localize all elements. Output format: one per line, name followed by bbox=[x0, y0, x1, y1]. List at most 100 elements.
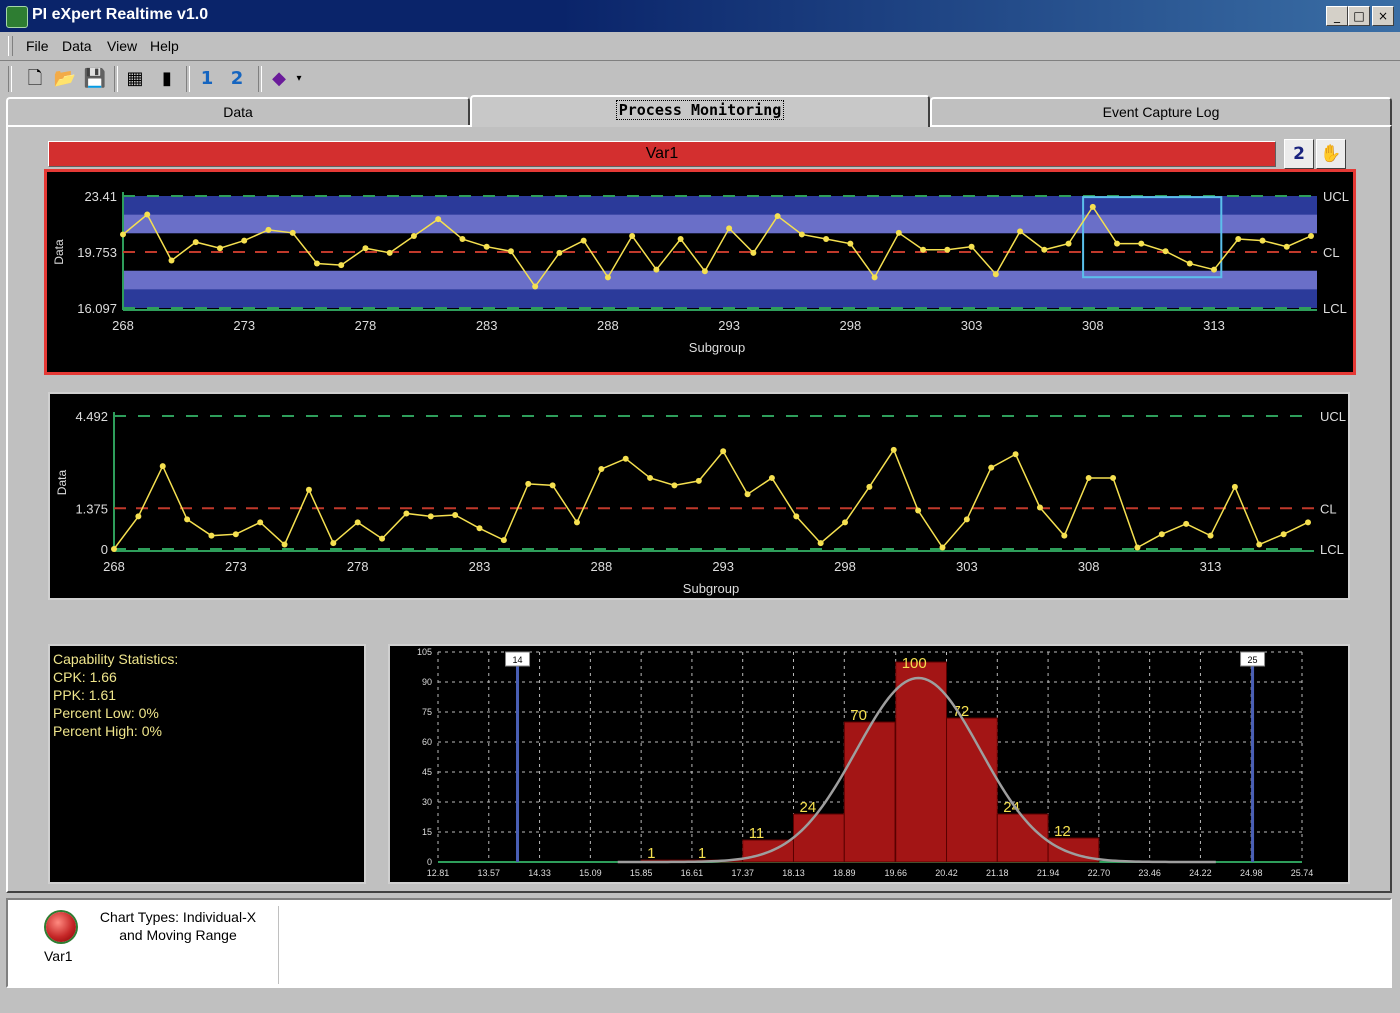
data-point bbox=[1211, 266, 1218, 273]
variable-bar[interactable]: Var1 bbox=[48, 141, 1276, 167]
tab-process-monitoring[interactable]: Process Monitoring bbox=[470, 95, 930, 127]
data-point bbox=[768, 474, 775, 481]
data-point bbox=[1036, 504, 1043, 511]
x-axis-title: Subgroup bbox=[683, 581, 739, 596]
data-point bbox=[944, 246, 951, 253]
individual-x-chart-svg: UCL CL LCL 23.41 19.753 16.097 268 273 278 283 288… bbox=[52, 189, 1349, 355]
bar-data-label: 70 bbox=[850, 707, 867, 724]
x-tick-label: 20.42 bbox=[935, 868, 958, 878]
close-button[interactable]: × bbox=[1372, 6, 1394, 26]
data-point bbox=[330, 540, 337, 547]
bar-data-label: 100 bbox=[902, 655, 927, 672]
x-tick-label: 19.66 bbox=[884, 868, 907, 878]
data-point bbox=[677, 236, 684, 243]
x-tick-label: 24.98 bbox=[1240, 868, 1263, 878]
x-tick-label: 303 bbox=[956, 559, 978, 574]
zone-band-upper bbox=[123, 214, 1317, 234]
status-bar bbox=[0, 992, 1400, 1013]
data-point bbox=[338, 262, 345, 269]
x-tick-label: 17.37 bbox=[731, 868, 754, 878]
zone-band-lower bbox=[123, 270, 1317, 290]
y-tick-label: 45 bbox=[422, 767, 432, 777]
table-add-icon[interactable]: ▦ bbox=[122, 66, 148, 92]
data-point bbox=[720, 448, 727, 455]
menu-help[interactable]: Help bbox=[150, 38, 179, 54]
data-point bbox=[750, 249, 757, 256]
bar-data-label: 24 bbox=[799, 799, 816, 816]
menu-data[interactable]: Data bbox=[62, 38, 92, 54]
page-1-icon[interactable]: 1 bbox=[194, 66, 220, 92]
save-disk-icon[interactable]: 💾 bbox=[82, 66, 108, 92]
tab-event-capture-log[interactable]: Event Capture Log bbox=[930, 97, 1392, 125]
moving-range-chart[interactable]: UCL CL LCL 4.492 1.375 0 268 273 278 283 288 293 298… bbox=[48, 392, 1350, 600]
chart-types-label: Chart Types: Individual-X and Moving Ran… bbox=[88, 908, 268, 944]
histogram-bar bbox=[792, 813, 845, 863]
data-point bbox=[403, 510, 410, 517]
maximize-button[interactable]: □ bbox=[1348, 6, 1370, 26]
data-point bbox=[281, 541, 288, 548]
histogram-bar bbox=[996, 813, 1049, 863]
data-point bbox=[135, 513, 142, 520]
data-point bbox=[1061, 532, 1068, 539]
data-point bbox=[1134, 544, 1141, 551]
data-point bbox=[915, 507, 922, 514]
menu-view[interactable]: View bbox=[107, 38, 137, 54]
data-point bbox=[289, 229, 296, 236]
y-tick-label: 16.097 bbox=[77, 301, 117, 316]
toolbar-grip bbox=[8, 66, 12, 92]
data-point bbox=[1308, 232, 1314, 239]
y-axis-title: Data bbox=[55, 470, 69, 496]
x-tick-label: 273 bbox=[225, 559, 247, 574]
series-line bbox=[113, 448, 1309, 550]
minimize-button[interactable]: _ bbox=[1326, 6, 1348, 26]
data-point bbox=[111, 546, 117, 552]
ucl-label: UCL bbox=[1320, 409, 1346, 424]
histogram-chart[interactable]: 105 90 75 60 45 30 15 0 12.81 13.57 14.33 15.09 15.8… bbox=[388, 644, 1350, 884]
chevron-down-icon[interactable]: ▾ bbox=[292, 66, 306, 92]
data-point bbox=[120, 231, 126, 238]
spec-limit-label: 25 bbox=[1248, 655, 1258, 665]
toolbar-separator bbox=[186, 66, 190, 92]
page-2-icon[interactable]: 2 bbox=[1284, 139, 1314, 169]
data-point bbox=[232, 531, 239, 538]
toolbar-separator bbox=[114, 66, 118, 92]
tab-data[interactable]: Data bbox=[6, 97, 470, 125]
variable-list-panel: Var1 Chart Types: Individual-X and Movin… bbox=[6, 898, 1392, 988]
x-tick-label: 308 bbox=[1078, 559, 1100, 574]
book-icon[interactable]: ◆ bbox=[266, 66, 292, 92]
x-tick-label: 293 bbox=[712, 559, 734, 574]
menu-file[interactable]: File bbox=[26, 38, 49, 54]
data-point bbox=[774, 213, 781, 220]
bar-data-label: 12 bbox=[1054, 823, 1071, 840]
histogram-chart-svg: 105 90 75 60 45 30 15 012.81 13.57 14.33 15.09 15.8… bbox=[417, 647, 1313, 878]
stats-cpk: CPK: 1.66 bbox=[53, 669, 117, 685]
data-point bbox=[1089, 203, 1096, 210]
page-icon[interactable]: ▮ bbox=[154, 66, 180, 92]
bar-data-label: 11 bbox=[749, 825, 765, 842]
y-tick-label: 105 bbox=[417, 647, 432, 657]
new-document-icon[interactable]: 🗋 bbox=[22, 66, 48, 92]
hand-pan-icon[interactable]: ✋ bbox=[1316, 139, 1346, 169]
data-point bbox=[726, 225, 733, 232]
data-point bbox=[842, 519, 849, 526]
data-point bbox=[1256, 541, 1263, 548]
variable-name[interactable]: Var1 bbox=[44, 948, 73, 964]
data-point bbox=[532, 283, 539, 290]
tab-data-label: Data bbox=[223, 104, 253, 120]
data-point bbox=[427, 513, 434, 520]
status-ball-icon[interactable] bbox=[46, 912, 76, 942]
page-2-icon[interactable]: 2 bbox=[224, 66, 250, 92]
y-tick-label: 90 bbox=[422, 677, 432, 687]
data-point bbox=[963, 516, 970, 523]
individual-x-chart[interactable]: UCL CL LCL 23.41 19.753 16.097 268 273 278 283 288… bbox=[44, 169, 1356, 375]
open-folder-icon[interactable]: 📂 bbox=[52, 66, 78, 92]
data-point bbox=[968, 243, 975, 250]
x-tick-label: 22.70 bbox=[1088, 868, 1111, 878]
data-point bbox=[1017, 228, 1024, 235]
data-point bbox=[647, 474, 654, 481]
x-tick-label: 288 bbox=[590, 559, 612, 574]
data-point bbox=[459, 236, 466, 243]
data-point bbox=[184, 516, 191, 523]
x-tick-label: 21.94 bbox=[1037, 868, 1060, 878]
data-point bbox=[1041, 246, 1048, 253]
